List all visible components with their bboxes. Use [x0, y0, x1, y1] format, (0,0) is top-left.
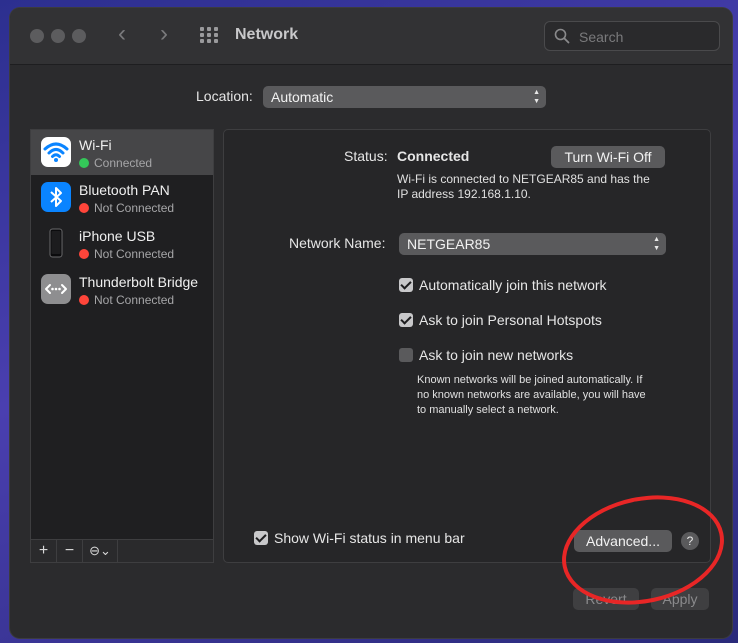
location-value: Automatic — [271, 89, 334, 105]
bridge-arrows-icon — [41, 274, 71, 304]
location-label: Location: — [196, 88, 253, 104]
service-item-thunderbolt-bridge[interactable]: Thunderbolt Bridge Not Connected — [31, 267, 213, 312]
service-status: Connected — [94, 156, 153, 170]
network-preferences-window: ‹ › Network Location: Automatic ▲▼ — [10, 8, 732, 638]
back-arrow-icon[interactable]: ‹ — [118, 22, 126, 46]
status-dot — [79, 203, 89, 213]
personal-hotspots-checkbox[interactable] — [399, 313, 413, 327]
sidebar-toolbar: + − ⊖⌄ — [31, 539, 213, 562]
new-networks-checkbox[interactable] — [399, 348, 413, 362]
search-field[interactable] — [544, 21, 720, 51]
network-name-select[interactable]: NETGEAR85 ▲ ▼ — [399, 233, 666, 255]
window-title: Network — [235, 26, 299, 43]
close-window-button[interactable] — [30, 29, 44, 43]
personal-hotspots-label: Ask to join Personal Hotspots — [419, 312, 602, 328]
advanced-button[interactable]: Advanced... — [574, 530, 672, 552]
new-networks-label: Ask to join new networks — [419, 347, 574, 363]
service-name: iPhone USB — [79, 228, 156, 244]
minimize-window-button[interactable] — [51, 29, 65, 43]
status-dot — [79, 249, 89, 259]
zoom-window-button[interactable] — [72, 29, 86, 43]
wifi-icon — [41, 137, 71, 167]
chevron-updown-icon: ▲ ▼ — [533, 89, 540, 105]
service-name: Thunderbolt Bridge — [79, 274, 199, 290]
service-name: Bluetooth PAN — [79, 182, 170, 198]
service-status: Not Connected — [94, 201, 175, 215]
search-input[interactable] — [577, 26, 716, 48]
iphone-icon — [41, 228, 71, 258]
add-service-button[interactable]: + — [31, 540, 57, 562]
status-description-line1: Wi-Fi is connected to NETGEAR85 and has … — [397, 172, 650, 186]
network-name-label: Network Name: — [289, 235, 386, 251]
show-all-grid-icon[interactable] — [200, 27, 219, 43]
show-wifi-status-label: Show Wi-Fi status in menu bar — [274, 530, 465, 546]
chevron-updown-icon: ▲ ▼ — [653, 236, 660, 252]
title-bar: ‹ › Network — [10, 8, 732, 65]
forward-arrow-icon[interactable]: › — [160, 22, 168, 46]
status-description-line2: IP address 192.168.1.10. — [397, 187, 531, 201]
status-value: Connected — [397, 148, 470, 164]
remove-service-button[interactable]: − — [57, 540, 83, 562]
network-name-value: NETGEAR85 — [407, 236, 491, 252]
service-status: Not Connected — [94, 247, 175, 261]
service-item-iphone-usb[interactable]: iPhone USB Not Connected — [31, 221, 213, 266]
status-label: Status: — [344, 148, 388, 164]
service-name: Wi-Fi — [79, 137, 112, 153]
service-status: Not Connected — [94, 293, 175, 307]
action-menu-button[interactable]: ⊖⌄ — [83, 540, 118, 562]
new-networks-description-line2: no known networks are available, you wil… — [417, 389, 646, 401]
service-item-bluetooth-pan[interactable]: Bluetooth PAN Not Connected — [31, 175, 213, 220]
revert-button[interactable]: Revert — [573, 588, 639, 610]
auto-join-label: Automatically join this network — [419, 277, 607, 293]
status-dot — [79, 158, 89, 168]
wifi-detail-panel: Status: Connected Turn Wi-Fi Off Wi-Fi i… — [223, 129, 711, 563]
bluetooth-icon — [41, 182, 71, 212]
location-select[interactable]: Automatic ▲ ▼ — [263, 86, 546, 108]
service-item-wifi[interactable]: Wi-Fi Connected — [31, 130, 213, 175]
turn-wifi-off-button[interactable]: Turn Wi-Fi Off — [551, 146, 665, 168]
help-button[interactable]: ? — [681, 532, 699, 550]
auto-join-checkbox[interactable] — [399, 278, 413, 292]
show-wifi-status-checkbox[interactable] — [254, 531, 268, 545]
apply-button[interactable]: Apply — [651, 588, 709, 610]
search-icon — [554, 28, 570, 44]
service-list: Wi-Fi Connected Bluetooth PAN Not Connec… — [30, 129, 214, 563]
new-networks-description-line3: to manually select a network. — [417, 404, 559, 416]
new-networks-description-line1: Known networks will be joined automatica… — [417, 374, 643, 386]
status-dot — [79, 295, 89, 305]
